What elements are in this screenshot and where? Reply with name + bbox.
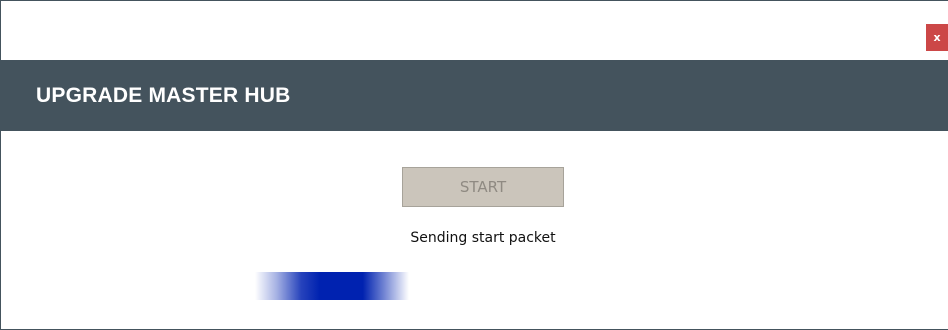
header-bar: UPGRADE MASTER HUB (1, 60, 948, 131)
status-text: Sending start packet (410, 230, 556, 246)
start-button[interactable]: START (402, 167, 564, 207)
start-button-label: START (459, 178, 507, 196)
progress-bar (255, 272, 409, 300)
progress-marquee (255, 272, 409, 300)
page-title: UPGRADE MASTER HUB (36, 84, 291, 107)
close-button[interactable]: x (926, 24, 948, 51)
upgrade-window: x UPGRADE MASTER HUB START Sending start… (0, 0, 948, 330)
close-icon: x (933, 31, 941, 44)
